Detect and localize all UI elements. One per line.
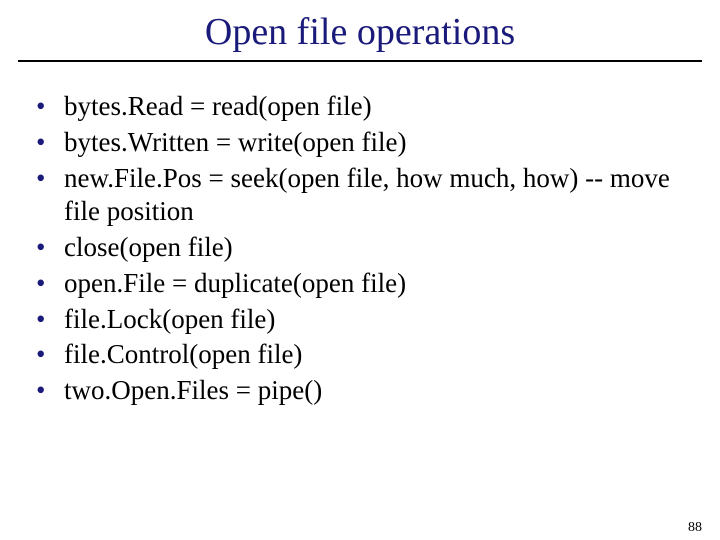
bullet-item: close(open file) (30, 231, 690, 265)
slide: Open file operations bytes.Read = read(o… (0, 10, 720, 540)
bullet-item: bytes.Written = write(open file) (30, 126, 690, 160)
bullet-item: file.Control(open file) (30, 338, 690, 372)
bullet-item: bytes.Read = read(open file) (30, 90, 690, 124)
bullet-item: two.Open.Files = pipe() (30, 374, 690, 408)
bullet-item: file.Lock(open file) (30, 303, 690, 337)
bullet-item: open.File = duplicate(open file) (30, 267, 690, 301)
title-underline (18, 60, 702, 62)
page-number: 88 (688, 520, 702, 536)
bullet-list: bytes.Read = read(open file) bytes.Writt… (30, 90, 690, 408)
bullet-item: new.File.Pos = seek(open file, how much,… (30, 162, 690, 230)
slide-content: bytes.Read = read(open file) bytes.Writt… (30, 90, 690, 408)
slide-title: Open file operations (0, 10, 720, 54)
